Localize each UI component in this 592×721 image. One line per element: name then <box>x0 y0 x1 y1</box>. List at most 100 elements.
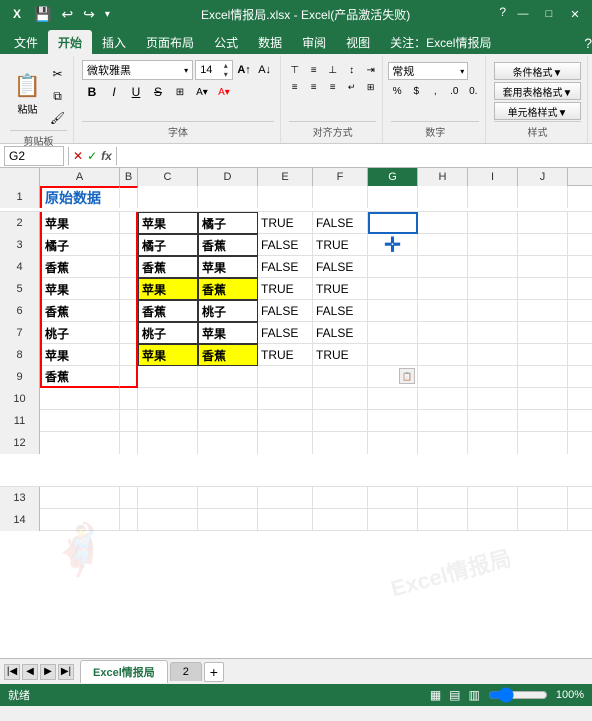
cell-b9[interactable] <box>120 366 138 388</box>
cell-f12[interactable] <box>313 432 368 454</box>
cell-f4[interactable]: FALSE <box>313 256 368 278</box>
sheet-tab-1[interactable]: Excel情报局 <box>80 660 168 683</box>
align-center-button[interactable]: ≡ <box>305 79 323 95</box>
confirm-formula-icon[interactable]: ✓ <box>87 149 97 163</box>
cell-f14[interactable] <box>313 509 368 531</box>
add-sheet-button[interactable]: + <box>204 662 224 682</box>
cell-j8[interactable] <box>518 344 568 366</box>
cell-e14[interactable] <box>258 509 313 531</box>
cell-g2[interactable] <box>368 212 418 234</box>
cell-g12[interactable] <box>368 432 418 454</box>
cell-i10[interactable] <box>468 388 518 410</box>
row-header-2[interactable]: 2 <box>0 212 40 234</box>
paste-button[interactable]: 📋 粘贴 <box>10 66 46 122</box>
font-size-down[interactable]: ▾ <box>224 71 228 79</box>
wrap-text-button[interactable]: ↵ <box>343 79 361 95</box>
tab-formulas[interactable]: 公式 <box>204 30 248 54</box>
decrease-decimal-button[interactable]: 0. <box>464 83 482 99</box>
cell-reference[interactable]: G2 <box>4 146 64 166</box>
redo-icon[interactable]: ↪ <box>81 6 97 23</box>
cell-e10[interactable] <box>258 388 313 410</box>
cell-g14[interactable] <box>368 509 418 531</box>
cell-f1[interactable] <box>313 186 368 208</box>
cell-b11[interactable] <box>120 410 138 432</box>
cell-e9[interactable] <box>258 366 313 388</box>
tab-follow[interactable]: 关注：Excel情报局 <box>380 30 501 54</box>
cell-h5[interactable] <box>418 278 468 300</box>
cell-c7[interactable]: 桃子 <box>138 322 198 344</box>
cell-f6[interactable]: FALSE <box>313 300 368 322</box>
minimize-btn[interactable]: — <box>514 5 532 23</box>
cell-a4[interactable]: 香蕉 <box>40 256 120 278</box>
italic-button[interactable]: I <box>104 82 124 102</box>
cell-d9[interactable] <box>198 366 258 388</box>
cell-i7[interactable] <box>468 322 518 344</box>
col-header-c[interactable]: C <box>138 168 198 186</box>
cell-c1[interactable] <box>138 186 198 208</box>
sheet-tab-2[interactable]: 2 <box>170 662 202 681</box>
cell-a6[interactable]: 香蕉 <box>40 300 120 322</box>
cell-c12[interactable]: 🦸 <box>138 432 198 454</box>
help-question-icon[interactable]: ? <box>584 35 592 51</box>
copy-button[interactable]: ⧉ <box>48 86 68 106</box>
cell-e13[interactable] <box>258 487 313 509</box>
cell-style-button[interactable]: 单元格样式▼ <box>494 102 581 120</box>
row-header-9[interactable]: 9 <box>0 366 40 388</box>
cell-b7[interactable] <box>120 322 138 344</box>
view-normal-icon[interactable]: ▦ <box>430 688 441 702</box>
align-bottom-button[interactable]: ⊥ <box>324 62 342 78</box>
cell-i2[interactable] <box>468 212 518 234</box>
cell-c11[interactable] <box>138 410 198 432</box>
fill-color-button[interactable]: A▾ <box>192 82 212 102</box>
cell-j6[interactable] <box>518 300 568 322</box>
cell-h1[interactable] <box>418 186 468 208</box>
cell-a5[interactable]: 苹果 <box>40 278 120 300</box>
cell-d7[interactable]: 苹果 <box>198 322 258 344</box>
col-header-d[interactable]: D <box>198 168 258 186</box>
cell-i3[interactable] <box>468 234 518 256</box>
tab-view[interactable]: 视图 <box>336 30 380 54</box>
tab-review[interactable]: 审阅 <box>292 30 336 54</box>
cell-e1[interactable] <box>258 186 313 208</box>
row-header-10[interactable]: 10 <box>0 388 40 410</box>
font-name-box[interactable]: 微软雅黑 ▾ <box>82 60 193 80</box>
cell-h14[interactable] <box>418 509 468 531</box>
row-header-6[interactable]: 6 <box>0 300 40 322</box>
cell-d4[interactable]: 苹果 <box>198 256 258 278</box>
tab-first-btn[interactable]: |◀ <box>4 664 20 680</box>
cell-i6[interactable] <box>468 300 518 322</box>
cell-c8[interactable]: 苹果 <box>138 344 198 366</box>
more-icon[interactable]: ▾ <box>103 9 112 20</box>
tab-file[interactable]: 文件 <box>4 30 48 54</box>
cell-i5[interactable] <box>468 278 518 300</box>
table-format-button[interactable]: 套用表格格式▼ <box>494 82 581 100</box>
cell-d1[interactable] <box>198 186 258 208</box>
row-header-14[interactable]: 14 <box>0 509 40 531</box>
cell-e5[interactable]: TRUE <box>258 278 313 300</box>
cell-f3[interactable]: TRUE <box>313 234 368 256</box>
cell-d8[interactable]: 香蕉 <box>198 344 258 366</box>
cell-b4[interactable] <box>120 256 138 278</box>
cell-b13[interactable] <box>120 487 138 509</box>
cell-e7[interactable]: FALSE <box>258 322 313 344</box>
cell-a1[interactable]: 原始数据 <box>40 186 120 208</box>
col-header-h[interactable]: H <box>418 168 468 186</box>
cell-c10[interactable] <box>138 388 198 410</box>
tab-page-layout[interactable]: 页面布局 <box>136 30 204 54</box>
tab-insert[interactable]: 插入 <box>92 30 136 54</box>
cell-i14[interactable] <box>468 509 518 531</box>
cell-j3[interactable] <box>518 234 568 256</box>
cell-a8[interactable]: 苹果 <box>40 344 120 366</box>
align-top-button[interactable]: ⊤ <box>286 62 304 78</box>
cell-a2[interactable]: 苹果 <box>40 212 120 234</box>
cell-c6[interactable]: 香蕉 <box>138 300 198 322</box>
cell-c14[interactable] <box>138 509 198 531</box>
cell-f8[interactable]: TRUE <box>313 344 368 366</box>
font-size-box[interactable]: 14 ▴ ▾ <box>195 60 233 80</box>
cell-a7[interactable]: 桃子 <box>40 322 120 344</box>
col-header-e[interactable]: E <box>258 168 313 186</box>
cell-h10[interactable] <box>418 388 468 410</box>
cell-a10[interactable] <box>40 388 120 410</box>
cell-j13[interactable] <box>518 487 568 509</box>
cell-h12[interactable] <box>418 432 468 454</box>
